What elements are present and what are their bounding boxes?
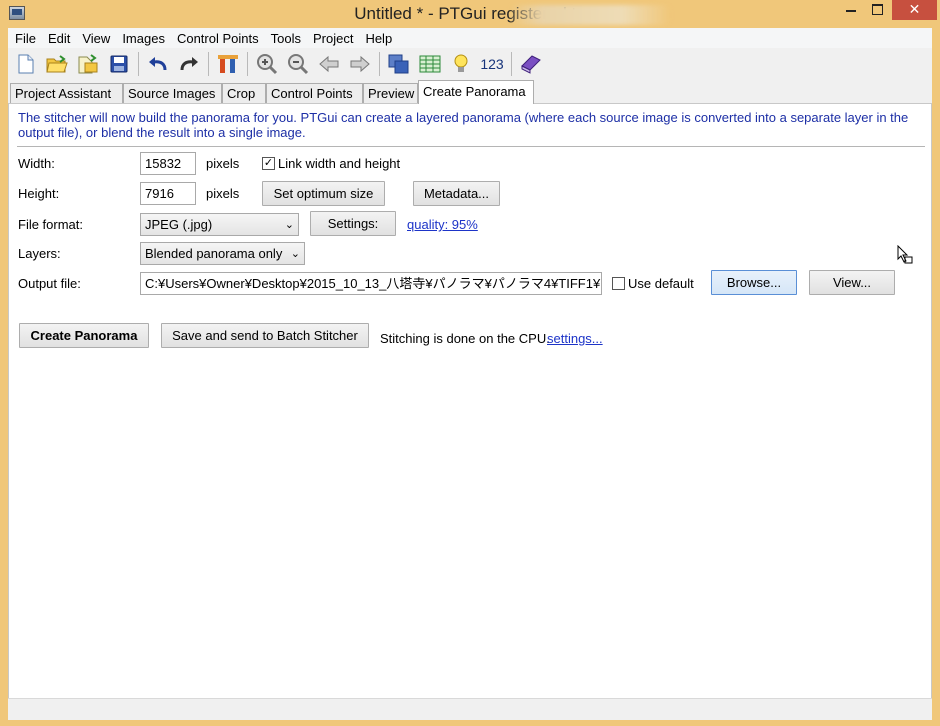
height-label: Height: [18,186,60,201]
zoom-in-icon[interactable] [253,51,281,77]
layers-value: Blended panorama only [145,246,283,261]
toolbar-separator [511,52,512,76]
menu-images[interactable]: Images [118,31,169,46]
tab-source-images[interactable]: Source Images [123,83,222,103]
tab-crop[interactable]: Crop [222,83,266,103]
layers-select[interactable]: Blended panorama only ⌄ [140,242,305,265]
arrow-left-icon[interactable] [315,51,343,77]
close-button[interactable]: ✕ [892,0,937,20]
output-file-input[interactable]: C:¥Users¥Owner¥Desktop¥2015_10_13_八塔寺¥パノ… [140,272,602,295]
quality-link[interactable]: quality: 95% [407,217,478,232]
save-icon[interactable] [105,51,133,77]
file-format-label: File format: [18,217,84,232]
panorama-editor-icon[interactable] [385,51,413,77]
browse-button[interactable]: Browse... [711,270,797,295]
width-input[interactable]: 15832 [140,152,196,175]
chevron-down-icon: ⌄ [284,219,294,231]
title-bar: Untitled * - PTGui registered to ✕ [0,0,940,28]
numbers-button[interactable]: 123 [478,51,506,77]
zoom-out-icon[interactable] [284,51,312,77]
minimize-button[interactable] [838,0,864,20]
toolbar-separator [138,52,139,76]
undo-icon[interactable] [144,51,172,77]
tools-icon[interactable] [214,51,242,77]
width-unit: pixels [206,156,240,171]
table-icon[interactable] [416,51,444,77]
batch-stitcher-button[interactable]: Save and send to Batch Stitcher [161,323,369,348]
toolbar-separator [208,52,209,76]
height-input[interactable]: 7916 [140,182,196,205]
menu-view[interactable]: View [78,31,114,46]
file-format-select[interactable]: JPEG (.jpg) ⌄ [140,213,299,236]
lightbulb-icon[interactable] [447,51,475,77]
numbers-label: 123 [480,56,504,72]
stitching-status-text: Stitching is done on the CPU. [380,331,550,346]
output-file-label: Output file: [18,276,81,291]
link-width-height-checkbox[interactable]: ✓ [262,157,275,170]
open-folder-icon[interactable] [43,51,71,77]
window-title: Untitled * - PTGui registered to [354,4,586,23]
toolbar-separator [379,52,380,76]
toolbar-separator [247,52,248,76]
link-width-height-label[interactable]: Link width and height [278,156,400,171]
metadata-button[interactable]: Metadata... [413,181,500,206]
redacted-owner-name [510,5,670,25]
view-button[interactable]: View... [809,270,895,295]
maximize-button[interactable] [864,0,890,20]
menu-bar: File Edit View Images Control Points Too… [8,28,932,48]
menu-help[interactable]: Help [361,31,396,46]
set-optimum-size-button[interactable]: Set optimum size [262,181,385,206]
file-format-value: JPEG (.jpg) [145,217,213,232]
tab-preview[interactable]: Preview [363,83,418,103]
create-panorama-panel: The stitcher will now build the panorama… [8,103,932,706]
height-unit: pixels [206,186,240,201]
open-recent-icon[interactable] [74,51,102,77]
book-icon[interactable] [517,51,545,77]
arrow-right-icon[interactable] [346,51,374,77]
layers-label: Layers: [18,246,61,261]
tab-project-assistant[interactable]: Project Assistant [10,83,123,103]
chevron-down-icon: ⌄ [290,248,300,260]
menu-control-points[interactable]: Control Points [173,31,263,46]
intro-text: The stitcher will now build the panorama… [18,110,909,140]
width-label: Width: [18,156,55,171]
toolbar: 123 [8,48,932,80]
redo-icon[interactable] [175,51,203,77]
use-default-label[interactable]: Use default [628,276,694,291]
settings-button[interactable]: Settings: [310,211,396,236]
tab-create-panorama[interactable]: Create Panorama [418,80,534,104]
use-default-checkbox[interactable] [612,277,625,290]
create-panorama-button[interactable]: Create Panorama [19,323,149,348]
menu-edit[interactable]: Edit [44,31,74,46]
mouse-cursor-icon [897,245,913,264]
menu-file[interactable]: File [11,31,40,46]
menu-project[interactable]: Project [309,31,357,46]
app-client-area: File Edit View Images Control Points Too… [8,28,932,720]
stitching-settings-link[interactable]: settings... [547,331,603,346]
new-document-icon[interactable] [12,51,40,77]
menu-tools[interactable]: Tools [267,31,305,46]
divider [17,146,925,147]
tab-control-points[interactable]: Control Points [266,83,363,103]
status-bar [8,698,932,720]
tab-strip: Project Assistant Source Images Crop Con… [8,80,932,104]
